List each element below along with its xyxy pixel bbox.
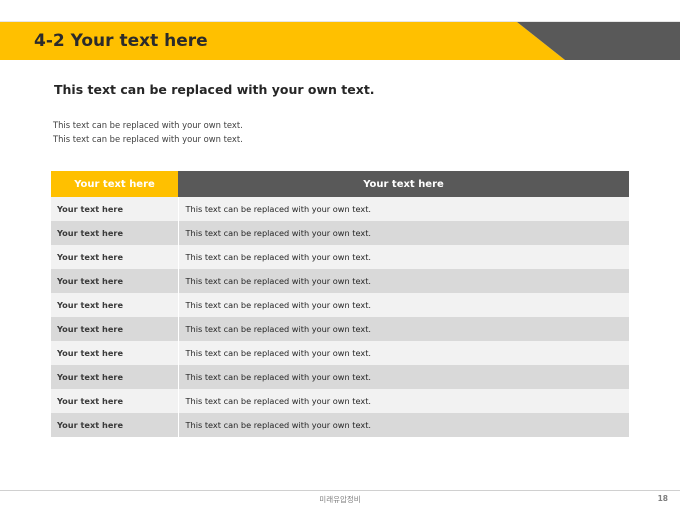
row-label: Your text here [51, 389, 178, 413]
body-line: This text can be replaced with your own … [53, 134, 243, 144]
row-label: Your text here [51, 317, 178, 341]
row-value: This text can be replaced with your own … [177, 413, 629, 437]
section-subtitle: This text can be replaced with your own … [54, 82, 375, 97]
row-label: Your text here [51, 293, 178, 317]
row-label: Your text here [51, 197, 178, 221]
footer-divider [0, 490, 680, 491]
row-label: Your text here [51, 365, 178, 389]
footer-company-name: 미래유압정비 [319, 495, 361, 504]
body-line: This text can be replaced with your own … [53, 120, 243, 130]
row-value: This text can be replaced with your own … [177, 197, 629, 221]
row-value: This text can be replaced with your own … [177, 269, 629, 293]
table-row: Your text here This text can be replaced… [51, 317, 629, 341]
table-row: Your text here This text can be replaced… [51, 413, 629, 437]
row-label: Your text here [51, 341, 178, 365]
table-row: Your text here This text can be replaced… [51, 245, 629, 269]
table-row: Your text here This text can be replaced… [51, 293, 629, 317]
data-table: Your text here Your text here Your text … [51, 171, 629, 437]
row-value: This text can be replaced with your own … [177, 293, 629, 317]
table-row: Your text here This text can be replaced… [51, 365, 629, 389]
row-value: This text can be replaced with your own … [177, 341, 629, 365]
table-header-cell: Your text here [178, 171, 629, 197]
row-value: This text can be replaced with your own … [177, 389, 629, 413]
row-label: Your text here [51, 269, 178, 293]
row-label: Your text here [51, 221, 178, 245]
row-value: This text can be replaced with your own … [177, 365, 629, 389]
row-value: This text can be replaced with your own … [177, 317, 629, 341]
table-row: Your text here This text can be replaced… [51, 341, 629, 365]
row-label: Your text here [51, 245, 178, 269]
table-header-row: Your text here Your text here [51, 171, 629, 197]
row-label: Your text here [51, 413, 178, 437]
page-title: 4-2 Your text here [34, 31, 208, 51]
table-row: Your text here This text can be replaced… [51, 197, 629, 221]
table-row: Your text here This text can be replaced… [51, 269, 629, 293]
page-number: 18 [657, 494, 668, 503]
table-row: Your text here This text can be replaced… [51, 221, 629, 245]
row-value: This text can be replaced with your own … [177, 221, 629, 245]
row-value: This text can be replaced with your own … [177, 245, 629, 269]
body-text: This text can be replaced with your own … [53, 118, 243, 146]
table-header-cell: Your text here [51, 171, 178, 197]
table-row: Your text here This text can be replaced… [51, 389, 629, 413]
